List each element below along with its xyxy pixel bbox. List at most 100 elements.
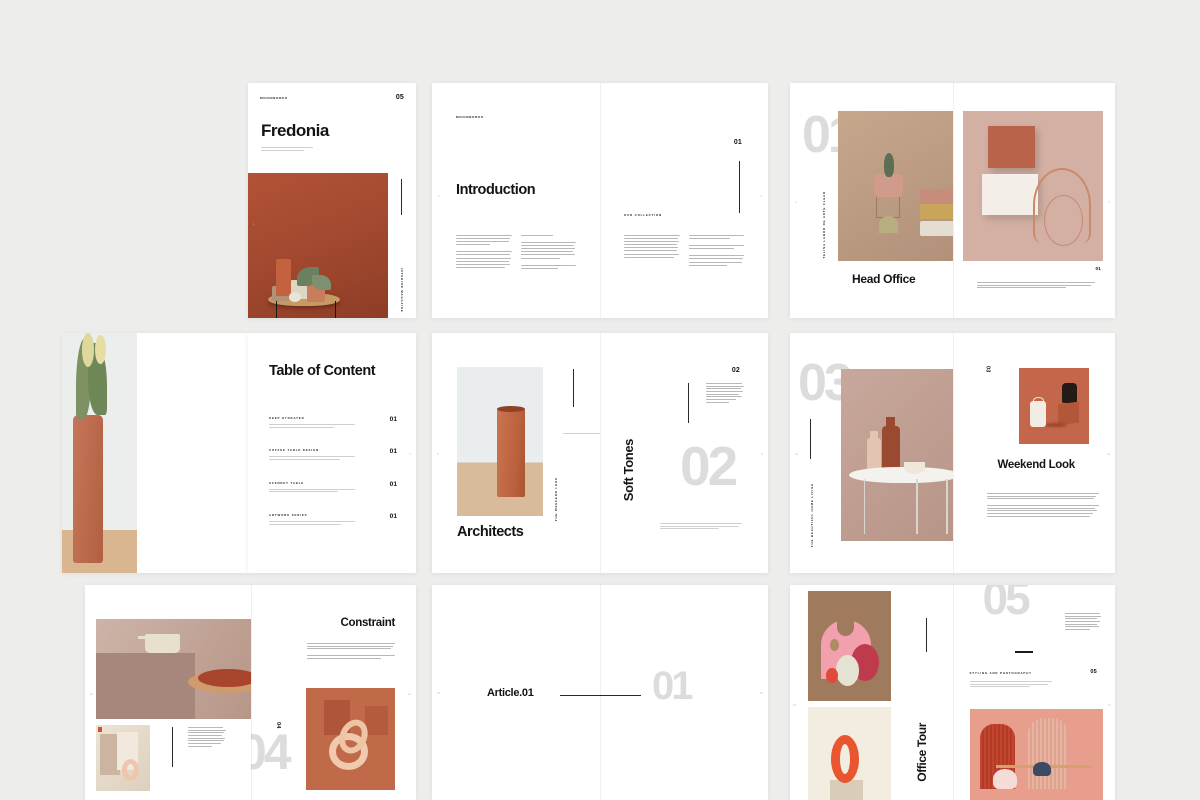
constraint-photo-top (96, 619, 251, 719)
architects-rule (573, 369, 574, 407)
weekend-look-page-left: 03 THE BEAUTIFUL HOME LIVING 10 (790, 333, 953, 573)
office-tour-photo-top (808, 591, 891, 701)
cover-title: Fredonia (261, 121, 329, 140)
introduction-section-number: 01 (733, 139, 742, 146)
architects-title: Architects (457, 524, 524, 540)
head-office-photo-right (962, 111, 1103, 261)
soft-tones-page: 02 Soft Tones 02 9 (600, 333, 768, 573)
office-tour-title: Office Tour (915, 723, 929, 782)
soft-tones-watermark: 02 (680, 435, 738, 497)
article-page-left: Article.01 14 (432, 585, 600, 800)
toc-item-label: SCENDET TABLE (269, 480, 305, 485)
weekend-look-page-right: 03 Weekend Look 11 (952, 333, 1115, 573)
toc-item[interactable]: ARTWORK SERIES 01 (269, 513, 397, 526)
weekend-look-rule (810, 419, 811, 459)
introduction-brand: MOONWORKS (456, 115, 484, 119)
slide-introduction[interactable]: MOONWORKS Introduction 2 01 OUR COLLECTI… (432, 83, 768, 318)
weekend-look-photo (841, 369, 953, 541)
toc-item[interactable]: COFFEE TABLE DESIGN 01 (269, 448, 397, 461)
cover-folio: 1 (253, 223, 255, 226)
mockup-board: MOONWORKS 05 Fredonia INTERIOR MAGAZINE … (0, 0, 1200, 800)
introduction-kicker: OUR COLLECTION (624, 213, 662, 217)
article-title: Article.01 (487, 687, 534, 699)
slide-office-tour[interactable]: Office Tour 16 05 STYLING AND PHOTOGRAPH… (790, 585, 1115, 800)
architects-vertical-label: THE WEEKEND LOOK (554, 477, 558, 522)
vase-photo (62, 333, 137, 573)
toc-item-label: KEEP HYDRATED (269, 416, 305, 420)
office-tour-rule-thick (1014, 651, 1033, 653)
office-tour-folio-left: 16 (793, 704, 796, 707)
constraint-folio-right: 13 (408, 693, 411, 696)
office-tour-pullquote (1065, 613, 1101, 632)
head-office-vertical-label: TELINA LABOR DE ARTE CLEAR (822, 191, 826, 259)
soft-tones-rule (688, 383, 689, 423)
architects-folio: 8 (437, 453, 439, 456)
toc-item-number: 01 (389, 480, 397, 488)
constraint-watermark: 04 (251, 724, 292, 780)
office-tour-page-number: 05 (1090, 669, 1097, 675)
office-tour-page-left: Office Tour 16 (790, 585, 953, 800)
constraint-title: Constraint (340, 617, 395, 629)
constraint-vertical-number: 04 (275, 722, 281, 729)
slide-constraint[interactable]: 12 04 04 Constraint 13 (85, 585, 416, 800)
office-tour-watermark: 05 (982, 585, 1031, 624)
article-rule-right (600, 695, 641, 696)
slide-head-office[interactable]: 01 TELINA LABOR DE ARTE CLEAR Head Offic… (790, 83, 1115, 318)
cover-subtitle (261, 147, 313, 152)
introduction-folio-right: 3 (760, 195, 762, 198)
toc-item-label: COFFEE TABLE DESIGN (269, 448, 319, 453)
cover-page-number: 05 (395, 94, 404, 101)
constraint-body (307, 643, 395, 664)
weekend-look-folio-right: 11 (1107, 453, 1110, 456)
architects-side-copy (563, 433, 600, 513)
cover-photo (248, 173, 388, 318)
toc-item-number: 01 (389, 416, 397, 423)
introduction-title: Introduction (456, 182, 536, 198)
toc-item[interactable]: SCENDET TABLE 01 (269, 481, 397, 494)
head-office-folio-right: 5 (1108, 201, 1110, 204)
soft-tones-body (660, 523, 742, 531)
article-watermark: 01 (652, 664, 693, 708)
toc-item-number: 01 (389, 513, 397, 521)
article-folio-right: 15 (760, 692, 763, 695)
introduction-body (456, 235, 576, 275)
introduction-rule (739, 161, 740, 213)
slide-table-of-content[interactable]: Table of Content KEEP HYDRATED 01 COFFEE… (248, 333, 416, 573)
office-tour-body (969, 681, 1052, 689)
toc-item-desc (269, 456, 355, 461)
toc-list: KEEP HYDRATED 01 COFFEE TABLE DESIGN 01 (269, 416, 397, 527)
introduction-page-right: 01 OUR COLLECTION 3 (600, 83, 768, 318)
weekend-look-folio-left: 10 (795, 453, 798, 456)
head-office-photo (838, 111, 953, 261)
soft-tones-section-number: 02 (731, 367, 740, 374)
constraint-rule (172, 727, 173, 767)
office-tour-page-right: 05 STYLING AND PHOTOGRAPHY 05 17 (952, 585, 1115, 800)
toc-item-number: 01 (389, 448, 397, 456)
constraint-page-right: 04 04 Constraint 13 (251, 585, 416, 800)
slide-cover[interactable]: MOONWORKS 05 Fredonia INTERIOR MAGAZINE … (248, 83, 416, 318)
head-office-folio-left: 4 (795, 201, 797, 204)
weekend-look-photo-right (1018, 368, 1089, 444)
soft-tones-pullquote (706, 383, 744, 405)
head-office-page-right: 01 5 (952, 83, 1115, 318)
slide-vase-photo[interactable] (62, 333, 248, 573)
article-folio-left: 14 (437, 692, 440, 695)
slide-architects-soft-tones[interactable]: THE WEEKEND LOOK Architects 8 02 Soft To… (432, 333, 768, 573)
architects-page: THE WEEKEND LOOK Architects 8 (432, 333, 600, 573)
office-tour-photo-right (969, 709, 1103, 800)
slide-weekend-look[interactable]: 03 THE BEAUTIFUL HOME LIVING 10 03 Weeke… (790, 333, 1115, 573)
introduction-page-left: MOONWORKS Introduction 2 (432, 83, 600, 318)
toc-title: Table of Content (269, 363, 376, 379)
office-tour-photo-bottom (808, 707, 891, 800)
slide-article-01[interactable]: Article.01 14 01 15 (432, 585, 768, 800)
head-office-caption-body (976, 282, 1095, 290)
toc-item-label: ARTWORK SERIES (269, 513, 308, 518)
introduction-folio-left: 2 (438, 195, 440, 198)
article-rule (560, 695, 600, 696)
cover-vertical-label: INTERIOR MAGAZINE (400, 268, 404, 313)
toc-item[interactable]: KEEP HYDRATED 01 (269, 416, 397, 429)
article-page-right: 01 15 (600, 585, 768, 800)
head-office-title: Head Office (852, 272, 916, 286)
constraint-folio-left: 12 (90, 693, 93, 696)
toc-folio: 7 (409, 453, 411, 456)
